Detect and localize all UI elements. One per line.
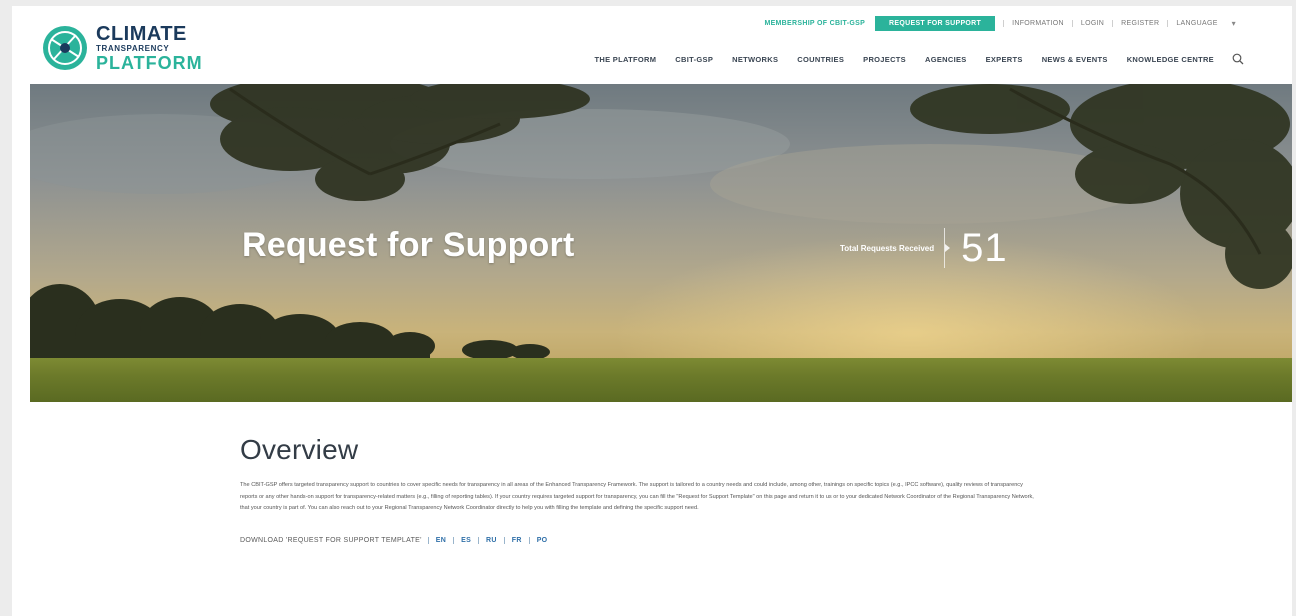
stat-value: 51 [961, 225, 1008, 270]
register-link[interactable]: REGISTER [1112, 19, 1167, 27]
hero-field [30, 358, 1292, 402]
nav-item-networks[interactable]: NETWORKS [732, 55, 778, 64]
download-link-es[interactable]: ES [453, 536, 478, 544]
site-header: CLIMATE TRANSPARENCY PLATFORM MEMBERSHIP… [12, 6, 1292, 84]
logo-line-climate: CLIMATE [96, 23, 187, 45]
download-link-ru[interactable]: RU [478, 536, 504, 544]
download-link-fr[interactable]: FR [503, 536, 529, 544]
hero-banner: Request for Support Total Requests Recei… [30, 84, 1292, 402]
logo-line-transparency: TRANSPARENCY [96, 44, 170, 53]
stat-divider [944, 228, 951, 268]
login-link[interactable]: LOGIN [1071, 19, 1112, 27]
overview-title: Overview [240, 434, 359, 465]
nav-item-cbit-gsp[interactable]: CBIT-GSP [675, 55, 713, 64]
page-frame: CLIMATE TRANSPARENCY PLATFORM MEMBERSHIP… [12, 6, 1292, 616]
utility-bar: MEMBERSHIP OF CBIT-GSP REQUEST FOR SUPPO… [764, 14, 1236, 32]
download-row: DOWNLOAD 'REQUEST FOR SUPPORT TEMPLATE' … [240, 536, 1040, 544]
language-selector[interactable]: LANGUAGE [1167, 19, 1225, 27]
hero-landscape-image [30, 84, 1292, 369]
globe-logo-icon [43, 26, 87, 70]
nav-item-projects[interactable]: PROJECTS [863, 55, 906, 64]
information-link[interactable]: INFORMATION [1003, 19, 1072, 27]
nav-item-countries[interactable]: COUNTRIES [797, 55, 844, 64]
download-template-label: DOWNLOAD 'REQUEST FOR SUPPORT TEMPLATE' [240, 536, 422, 544]
overview-body: The CBIT-GSP offers targeted transparenc… [240, 482, 1034, 512]
request-support-button[interactable]: REQUEST FOR SUPPORT [875, 15, 996, 31]
overview-section: Overview The CBIT-GSP offers targeted tr… [240, 434, 1040, 544]
nav-item-agencies[interactable]: AGENCIES [925, 55, 967, 64]
search-icon[interactable] [1232, 53, 1244, 65]
logo-text: CLIMATE TRANSPARENCY PLATFORM [96, 24, 203, 72]
site-logo[interactable]: CLIMATE TRANSPARENCY PLATFORM [42, 24, 203, 72]
chevron-down-icon[interactable]: ▾ [1232, 19, 1236, 28]
page-title: Request for Support [242, 226, 575, 264]
membership-link[interactable]: MEMBERSHIP OF CBIT-GSP [764, 20, 865, 27]
download-link-en[interactable]: EN [427, 536, 453, 544]
nav-item-knowledge-centre[interactable]: KNOWLEDGE CENTRE [1127, 55, 1214, 64]
download-link-po[interactable]: PO [528, 536, 555, 544]
logo-line-platform: PLATFORM [96, 53, 203, 73]
nav-item-news-events[interactable]: NEWS & EVENTS [1042, 55, 1108, 64]
nav-item-the-platform[interactable]: THE PLATFORM [595, 55, 657, 64]
requests-stat: Total Requests Received 51 [840, 226, 1008, 270]
main-nav: THE PLATFORM CBIT-GSP NETWORKS COUNTRIES… [576, 52, 1245, 66]
stat-label: Total Requests Received [840, 243, 935, 253]
nav-item-experts[interactable]: EXPERTS [986, 55, 1023, 64]
